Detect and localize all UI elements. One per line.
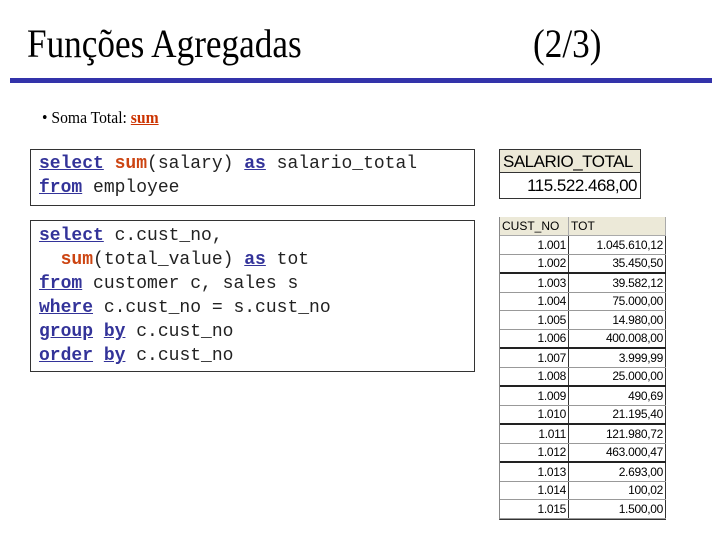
table-row[interactable]: 1.012 463.000,47 — [500, 443, 666, 463]
table-row[interactable]: 1.011 121.980,72 — [500, 424, 666, 444]
sql-keyword: select — [39, 226, 104, 246]
sql-text: salario_total — [265, 154, 418, 174]
sql-query-sum-salary: select sum(salary) as salario_total from … — [30, 149, 475, 206]
sql-keyword: from — [39, 178, 83, 198]
table-row[interactable]: 1.003 39.582,12 — [500, 273, 666, 293]
sql-text: tot — [265, 250, 310, 270]
table-row[interactable]: 1.010 21.195,40 — [500, 405, 666, 425]
sql-text: c.cust_no = s.cust_no — [93, 298, 331, 318]
bullet-keyword: sum — [130, 108, 159, 127]
cell-tot: 35.450,50 — [568, 254, 666, 274]
sql-text: employee — [82, 178, 180, 198]
cell-cust-no: 1.003 — [500, 273, 569, 293]
cell-tot: 25.000,00 — [568, 367, 666, 387]
cell-tot: 3.999,99 — [568, 348, 666, 368]
sql-keyword: select — [39, 154, 104, 174]
sql-keyword: group — [39, 322, 94, 342]
cell-cust-no: 1.012 — [500, 443, 569, 463]
sql-keyword: from — [39, 274, 83, 294]
code-line: select sum(salary) as salario_total — [39, 152, 466, 176]
column-header[interactable]: TOT — [568, 217, 666, 236]
cell-cust-no: 1.008 — [500, 367, 569, 387]
cell-tot: 400.008,00 — [568, 329, 666, 349]
code-line: from customer c, sales s — [39, 272, 466, 296]
sql-text: customer c, sales s — [82, 274, 299, 294]
cell-cust-no: 1.005 — [500, 310, 569, 330]
table-row[interactable]: 1.001 1.045.610,12 — [500, 235, 666, 255]
sql-text: (total_value) — [93, 250, 245, 270]
table-row[interactable]: 1.008 25.000,00 — [500, 367, 666, 387]
result-grid-customer-totals: CUST_NO TOT 1.001 1.045.610,12 1.002 35.450,… — [499, 217, 666, 520]
cell-tot: 100,02 — [568, 481, 666, 500]
table-row[interactable]: 1.009 490,69 — [500, 386, 666, 406]
cell-cust-no: 1.006 — [500, 329, 569, 349]
cell-tot: 1.500,00 — [568, 499, 666, 519]
table-row[interactable]: 1.004 75.000,00 — [500, 292, 666, 311]
cell-cust-no: 1.014 — [500, 481, 569, 500]
column-header[interactable]: SALARIO_TOTAL — [499, 149, 641, 173]
cell-tot: 121.980,72 — [568, 424, 666, 444]
cell-tot: 21.195,40 — [568, 405, 666, 425]
table-row[interactable]: 1.005 14.980,00 — [500, 310, 666, 330]
sql-keyword: order — [39, 346, 94, 366]
cell-tot: 14.980,00 — [568, 310, 666, 330]
cell-tot: 1.045.610,12 — [568, 235, 666, 255]
cell-tot: 75.000,00 — [568, 292, 666, 311]
cell-cust-no: 1.010 — [500, 405, 569, 425]
cell-tot: 463.000,47 — [568, 443, 666, 463]
bullet-label: Soma Total: — [51, 108, 131, 127]
table-row[interactable]: 1.006 400.008,00 — [500, 329, 666, 349]
cell-cust-no: 1.013 — [500, 462, 569, 482]
sql-keyword: by — [103, 322, 126, 342]
cell-cust-no: 1.011 — [500, 424, 569, 444]
slide-title: Funções Agregadas — [27, 21, 302, 66]
cell-value: 115.522.468,00 — [499, 173, 641, 199]
cell-tot: 2.693,00 — [568, 462, 666, 482]
cell-cust-no: 1.001 — [500, 235, 569, 255]
table-row[interactable]: 1.013 2.693,00 — [500, 462, 666, 482]
table-row[interactable]: 1.002 35.450,50 — [500, 254, 666, 274]
cell-tot: 490,69 — [568, 386, 666, 406]
code-line: where c.cust_no = s.cust_no — [39, 296, 466, 320]
sql-keyword: where — [39, 298, 94, 318]
sql-function: sum — [114, 154, 148, 174]
table-row[interactable]: 1.007 3.999,99 — [500, 348, 666, 368]
table-row[interactable]: 1.014 100,02 — [500, 481, 666, 500]
cell-cust-no: 1.009 — [500, 386, 569, 406]
sql-query-sum-by-customer: select c.cust_no, sum(total_value) as to… — [30, 220, 475, 372]
column-header[interactable]: CUST_NO — [500, 217, 569, 236]
sql-function: sum — [60, 250, 94, 270]
page-indicator: (2/3) — [533, 21, 602, 66]
sql-keyword: as — [244, 154, 266, 174]
sql-text: c.cust_no — [125, 346, 234, 366]
sql-text: (salary) — [147, 154, 245, 174]
sql-keyword: as — [244, 250, 266, 270]
code-line: sum(total_value) as tot — [39, 248, 466, 272]
cell-cust-no: 1.007 — [500, 348, 569, 368]
cell-cust-no: 1.015 — [500, 499, 569, 519]
code-line: group by c.cust_no — [39, 320, 466, 344]
bullet-item: • Soma Total: sum — [42, 107, 159, 129]
bullet-marker: • — [42, 108, 48, 127]
sql-keyword: by — [103, 346, 126, 366]
sql-text: c.cust_no, — [103, 226, 223, 246]
result-grid-salario-total: SALARIO_TOTAL 115.522.468,00 — [499, 149, 641, 199]
code-line: from employee — [39, 176, 466, 200]
title-divider — [10, 78, 712, 83]
code-line: order by c.cust_no — [39, 344, 466, 368]
cell-tot: 39.582,12 — [568, 273, 666, 293]
table-row[interactable]: 1.015 1.500,00 — [500, 499, 666, 519]
cell-cust-no: 1.004 — [500, 292, 569, 311]
sql-text: c.cust_no — [125, 322, 234, 342]
code-line: select c.cust_no, — [39, 224, 466, 248]
cell-cust-no: 1.002 — [500, 254, 569, 274]
